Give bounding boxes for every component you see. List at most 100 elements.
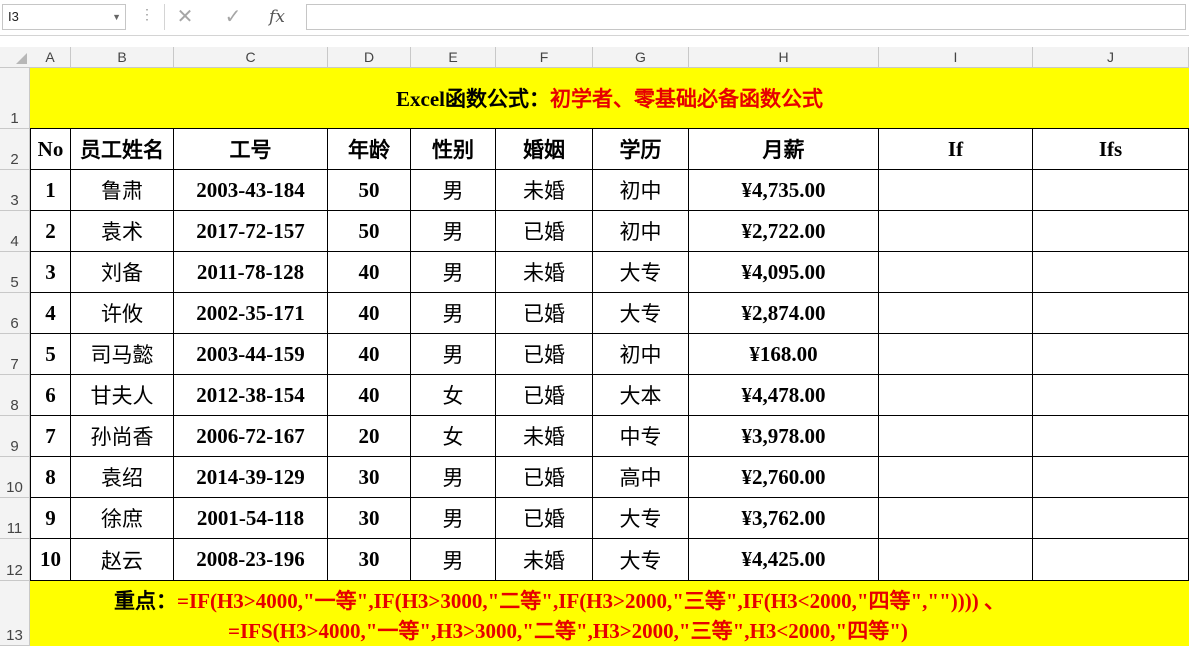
- table-cell[interactable]: [879, 293, 1033, 334]
- table-header-cell[interactable]: 性别: [411, 129, 496, 170]
- table-cell[interactable]: 男: [411, 334, 496, 375]
- row-header-10[interactable]: 10: [0, 457, 30, 498]
- table-cell[interactable]: ¥4,425.00: [689, 539, 879, 581]
- insert-function-button[interactable]: fx: [262, 4, 292, 30]
- table-cell[interactable]: 男: [411, 252, 496, 293]
- table-cell[interactable]: 40: [328, 293, 411, 334]
- table-cell[interactable]: 未婚: [496, 539, 593, 581]
- column-header-e[interactable]: E: [411, 47, 496, 67]
- table-cell[interactable]: 2008-23-196: [174, 539, 328, 581]
- table-cell[interactable]: 男: [411, 457, 496, 498]
- row-header-2[interactable]: 2: [0, 129, 30, 170]
- table-cell[interactable]: 40: [328, 334, 411, 375]
- table-cell[interactable]: [1033, 334, 1189, 375]
- table-cell[interactable]: 2001-54-118: [174, 498, 328, 539]
- table-cell[interactable]: [1033, 416, 1189, 457]
- row-header-9[interactable]: 9: [0, 416, 30, 457]
- table-cell[interactable]: 30: [328, 457, 411, 498]
- table-cell[interactable]: 3: [30, 252, 71, 293]
- table-header-cell[interactable]: 婚姻: [496, 129, 593, 170]
- table-cell[interactable]: 50: [328, 170, 411, 211]
- row-header-12[interactable]: 12: [0, 539, 30, 581]
- table-cell[interactable]: ¥4,478.00: [689, 375, 879, 416]
- table-cell[interactable]: [879, 416, 1033, 457]
- table-cell[interactable]: 已婚: [496, 375, 593, 416]
- table-header-cell[interactable]: No: [30, 129, 71, 170]
- table-cell[interactable]: 30: [328, 498, 411, 539]
- table-cell[interactable]: [879, 334, 1033, 375]
- table-cell[interactable]: ¥4,735.00: [689, 170, 879, 211]
- table-cell[interactable]: 徐庶: [71, 498, 174, 539]
- table-cell[interactable]: 鲁肃: [71, 170, 174, 211]
- table-cell[interactable]: 2014-39-129: [174, 457, 328, 498]
- table-cell[interactable]: 2011-78-128: [174, 252, 328, 293]
- table-cell[interactable]: 2003-44-159: [174, 334, 328, 375]
- table-cell[interactable]: 4: [30, 293, 71, 334]
- table-cell[interactable]: 袁术: [71, 211, 174, 252]
- table-cell[interactable]: 2003-43-184: [174, 170, 328, 211]
- table-header-cell[interactable]: 员工姓名: [71, 129, 174, 170]
- table-cell[interactable]: 男: [411, 498, 496, 539]
- table-cell[interactable]: 40: [328, 375, 411, 416]
- column-header-c[interactable]: C: [174, 47, 328, 67]
- table-cell[interactable]: 2: [30, 211, 71, 252]
- row-header-1[interactable]: 1: [0, 68, 30, 129]
- column-header-a[interactable]: A: [30, 47, 71, 67]
- table-cell[interactable]: 已婚: [496, 211, 593, 252]
- table-header-cell[interactable]: Ifs: [1033, 129, 1189, 170]
- table-cell[interactable]: [1033, 211, 1189, 252]
- table-cell[interactable]: 大本: [593, 375, 689, 416]
- table-cell[interactable]: 司马懿: [71, 334, 174, 375]
- table-cell[interactable]: 2002-35-171: [174, 293, 328, 334]
- table-cell[interactable]: 大专: [593, 252, 689, 293]
- table-cell[interactable]: 9: [30, 498, 71, 539]
- table-cell[interactable]: 40: [328, 252, 411, 293]
- table-cell[interactable]: 甘夫人: [71, 375, 174, 416]
- table-cell[interactable]: 初中: [593, 211, 689, 252]
- table-cell[interactable]: [879, 498, 1033, 539]
- table-header-cell[interactable]: If: [879, 129, 1033, 170]
- table-cell[interactable]: 已婚: [496, 293, 593, 334]
- table-cell[interactable]: 2012-38-154: [174, 375, 328, 416]
- row-header-7[interactable]: 7: [0, 334, 30, 375]
- table-cell[interactable]: 未婚: [496, 416, 593, 457]
- row-header-3[interactable]: 3: [0, 170, 30, 211]
- table-cell[interactable]: [1033, 498, 1189, 539]
- table-cell[interactable]: [1033, 457, 1189, 498]
- table-cell[interactable]: 2006-72-167: [174, 416, 328, 457]
- table-header-cell[interactable]: 年龄: [328, 129, 411, 170]
- column-header-d[interactable]: D: [328, 47, 411, 67]
- table-cell[interactable]: ¥168.00: [689, 334, 879, 375]
- note-banner[interactable]: 重点：=IF(H3>4000,"一等",IF(H3>3000,"二等",IF(H…: [30, 581, 1189, 646]
- table-cell[interactable]: ¥2,760.00: [689, 457, 879, 498]
- row-header-8[interactable]: 8: [0, 375, 30, 416]
- table-cell[interactable]: 刘备: [71, 252, 174, 293]
- table-cell[interactable]: [879, 457, 1033, 498]
- table-cell[interactable]: ¥2,722.00: [689, 211, 879, 252]
- column-header-h[interactable]: H: [689, 47, 879, 67]
- table-cell[interactable]: 20: [328, 416, 411, 457]
- table-cell[interactable]: 已婚: [496, 498, 593, 539]
- table-cell[interactable]: 大专: [593, 293, 689, 334]
- table-cell[interactable]: [879, 375, 1033, 416]
- table-cell[interactable]: [1033, 539, 1189, 581]
- table-cell[interactable]: 女: [411, 375, 496, 416]
- table-cell[interactable]: 高中: [593, 457, 689, 498]
- table-cell[interactable]: 女: [411, 416, 496, 457]
- table-cell[interactable]: 大专: [593, 539, 689, 581]
- table-cell[interactable]: 8: [30, 457, 71, 498]
- table-cell[interactable]: 中专: [593, 416, 689, 457]
- table-cell[interactable]: ¥3,762.00: [689, 498, 879, 539]
- table-cell[interactable]: ¥4,095.00: [689, 252, 879, 293]
- table-cell[interactable]: [879, 539, 1033, 581]
- table-cell[interactable]: 初中: [593, 170, 689, 211]
- table-cell[interactable]: 男: [411, 539, 496, 581]
- table-cell[interactable]: 许攸: [71, 293, 174, 334]
- table-cell[interactable]: 5: [30, 334, 71, 375]
- column-header-g[interactable]: G: [593, 47, 689, 67]
- table-header-cell[interactable]: 工号: [174, 129, 328, 170]
- column-header-b[interactable]: B: [71, 47, 174, 67]
- cancel-icon[interactable]: ✕: [170, 4, 200, 30]
- table-cell[interactable]: [879, 170, 1033, 211]
- table-cell[interactable]: 2017-72-157: [174, 211, 328, 252]
